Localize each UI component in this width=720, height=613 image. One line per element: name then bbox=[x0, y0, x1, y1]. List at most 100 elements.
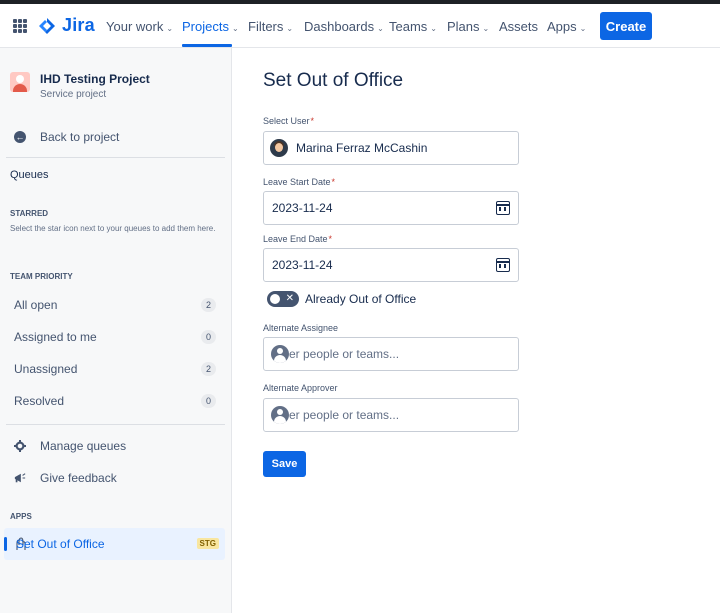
selected-indicator bbox=[4, 537, 7, 551]
nav-plans-label: Plans bbox=[447, 19, 480, 34]
project-sidebar: IHD Testing Project Service project ← Ba… bbox=[0, 48, 232, 613]
queue-label: All open bbox=[14, 298, 58, 312]
chevron-down-icon: ⌄ bbox=[482, 24, 490, 33]
required-indicator: * bbox=[328, 234, 333, 244]
leave-start-date-label: Leave Start Date* bbox=[263, 177, 335, 187]
manage-queues-link[interactable]: Manage queues bbox=[14, 439, 126, 453]
queue-all-open[interactable]: All open 2 bbox=[14, 298, 216, 312]
leave-end-date-field[interactable]: 2023-11-24 bbox=[263, 248, 519, 282]
starred-heading: STARRED bbox=[10, 209, 49, 218]
nav-teams[interactable]: Teams ⌄ bbox=[389, 19, 437, 34]
nav-plans[interactable]: Plans ⌄ bbox=[447, 19, 489, 34]
env-lozenge: STG bbox=[196, 538, 219, 549]
queue-unassigned[interactable]: Unassigned 2 bbox=[14, 362, 216, 376]
alternate-approver-field[interactable]: er people or teams... bbox=[263, 398, 519, 432]
toggle-knob bbox=[270, 294, 280, 304]
already-out-of-office-label: Already Out of Office bbox=[305, 292, 417, 306]
person-icon bbox=[271, 345, 289, 363]
leave-end-date-label-text: Leave End Date bbox=[263, 234, 328, 244]
gear-icon bbox=[14, 440, 26, 452]
nav-teams-label: Teams bbox=[389, 19, 428, 34]
queue-label: Unassigned bbox=[14, 362, 78, 376]
alternate-approver-label: Alternate Approver bbox=[263, 383, 338, 393]
project-header[interactable]: IHD Testing Project Service project bbox=[10, 72, 150, 100]
chevron-down-icon: ⌄ bbox=[166, 24, 174, 33]
nav-dashboards-label: Dashboards bbox=[304, 19, 375, 34]
arrow-left-icon: ← bbox=[14, 131, 26, 143]
alternate-assignee-field[interactable]: er people or teams... bbox=[263, 337, 519, 371]
project-avatar bbox=[10, 72, 30, 92]
megaphone-icon bbox=[14, 472, 26, 484]
required-indicator: * bbox=[331, 177, 336, 187]
team-priority-heading: TEAM PRIORITY bbox=[10, 272, 73, 281]
queue-count-badge: 0 bbox=[201, 394, 216, 408]
back-to-project-link[interactable]: ← Back to project bbox=[14, 130, 119, 144]
app-item-label: Set Out of Office bbox=[16, 537, 105, 551]
queues-title: Queues bbox=[10, 169, 49, 181]
create-button[interactable]: Create bbox=[600, 12, 652, 40]
calendar-icon[interactable] bbox=[495, 201, 510, 215]
avatar bbox=[270, 139, 288, 157]
queue-label: Resolved bbox=[14, 394, 65, 408]
chevron-down-icon: ⌄ bbox=[377, 24, 384, 33]
manage-queues-label: Manage queues bbox=[40, 439, 127, 453]
close-icon: ✕ bbox=[285, 293, 294, 304]
project-type: Service project bbox=[40, 89, 107, 100]
jira-logo-icon bbox=[39, 17, 55, 34]
app-switcher-icon[interactable] bbox=[13, 19, 27, 33]
top-navigation: Jira Your work ⌄ Projects ⌄ Filters ⌄ Dashb… bbox=[0, 4, 720, 48]
page-title: Set Out of Office bbox=[263, 70, 404, 91]
divider bbox=[6, 157, 225, 158]
select-user-label: Select User* bbox=[263, 116, 314, 126]
chevron-down-icon: ⌄ bbox=[430, 24, 437, 33]
active-tab-indicator bbox=[182, 44, 232, 47]
chevron-down-icon: ⌄ bbox=[579, 24, 587, 33]
select-user-label-text: Select User bbox=[263, 116, 310, 126]
select-user-value: Marina Ferraz McCashin bbox=[296, 141, 428, 155]
queue-resolved[interactable]: Resolved 0 bbox=[14, 394, 216, 408]
queue-count-badge: 2 bbox=[201, 362, 216, 376]
nav-assets[interactable]: Assets bbox=[499, 19, 538, 34]
chevron-down-icon: ⌄ bbox=[231, 24, 239, 33]
nav-apps[interactable]: Apps ⌄ bbox=[547, 19, 586, 34]
leave-end-date-value: 2023-11-24 bbox=[272, 258, 333, 272]
app-item-set-out-of-office[interactable]: Set Out of Office STG bbox=[4, 528, 225, 560]
nav-projects[interactable]: Projects ⌄ bbox=[182, 19, 239, 34]
queue-label: Assigned to me bbox=[14, 330, 97, 344]
queue-count-badge: 0 bbox=[201, 330, 216, 344]
alternate-assignee-placeholder: er people or teams... bbox=[289, 347, 400, 361]
nav-filters-label: Filters bbox=[248, 19, 284, 34]
leave-start-date-value: 2023-11-24 bbox=[272, 201, 333, 215]
nav-filters[interactable]: Filters ⌄ bbox=[248, 19, 293, 34]
already-out-of-office-toggle[interactable]: ✕ bbox=[267, 291, 299, 307]
save-button[interactable]: Save bbox=[263, 451, 306, 477]
queue-assigned-to-me[interactable]: Assigned to me 0 bbox=[14, 330, 216, 344]
person-icon bbox=[271, 406, 289, 424]
select-user-field[interactable]: Marina Ferraz McCashin bbox=[263, 131, 519, 165]
apps-heading: APPS bbox=[10, 512, 32, 521]
calendar-icon[interactable] bbox=[495, 258, 510, 272]
nav-your-work[interactable]: Your work ⌄ bbox=[106, 19, 173, 34]
alternate-assignee-label: Alternate Assignee bbox=[263, 323, 339, 333]
give-feedback-label: Give feedback bbox=[40, 471, 117, 485]
give-feedback-link[interactable]: Give feedback bbox=[14, 471, 117, 485]
chevron-down-icon: ⌄ bbox=[286, 24, 294, 33]
leave-end-date-label: Leave End Date* bbox=[263, 234, 332, 244]
alternate-approver-placeholder: er people or teams... bbox=[289, 408, 400, 422]
leave-start-date-field[interactable]: 2023-11-24 bbox=[263, 191, 519, 225]
back-to-project-label: Back to project bbox=[40, 130, 120, 144]
queue-count-badge: 2 bbox=[201, 298, 216, 312]
nav-projects-label: Projects bbox=[182, 19, 229, 34]
divider bbox=[6, 424, 225, 425]
leave-start-date-label-text: Leave Start Date bbox=[263, 177, 331, 187]
jira-logo[interactable]: Jira bbox=[38, 15, 95, 36]
nav-dashboards[interactable]: Dashboards ⌄ bbox=[304, 19, 384, 34]
jira-wordmark: Jira bbox=[62, 15, 95, 35]
nav-your-work-label: Your work bbox=[106, 19, 164, 34]
project-name: IHD Testing Project bbox=[40, 72, 150, 86]
nav-apps-label: Apps bbox=[547, 19, 577, 34]
nav-assets-label: Assets bbox=[499, 19, 539, 34]
required-indicator: * bbox=[310, 116, 315, 126]
starred-note: Select the star icon next to your queues… bbox=[10, 224, 216, 233]
already-out-of-office-row: ✕ Already Out of Office bbox=[267, 291, 416, 307]
